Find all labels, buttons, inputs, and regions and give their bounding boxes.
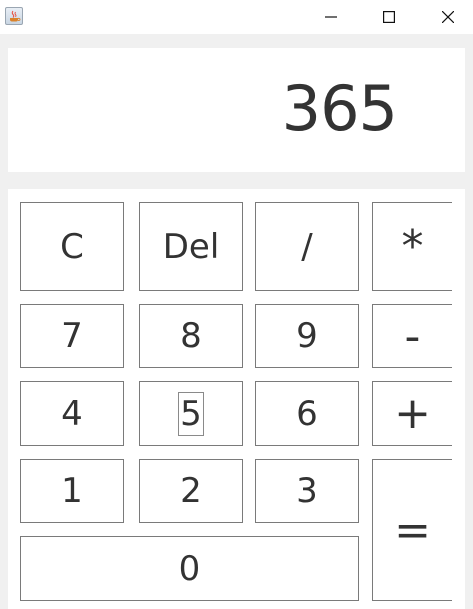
maximize-button[interactable]	[366, 0, 412, 34]
clear-button[interactable]: C	[20, 202, 124, 291]
digit-5-label: 5	[178, 391, 204, 436]
digit-7-button[interactable]: 7	[20, 304, 124, 368]
title-bar	[0, 0, 473, 34]
digit-8-button[interactable]: 8	[139, 304, 243, 368]
calculator-display: 365	[8, 48, 465, 172]
minimize-icon	[325, 16, 337, 18]
digit-5-button[interactable]: 5	[139, 381, 243, 446]
delete-button[interactable]: Del	[139, 202, 243, 291]
equals-button[interactable]: =	[372, 459, 452, 601]
digit-2-button[interactable]: 2	[139, 459, 243, 523]
keypad: C Del / * 7 8 9 - 4 5 6 + 1 2 3 = 0	[8, 189, 465, 609]
digit-9-button[interactable]: 9	[255, 304, 359, 368]
divide-button[interactable]: /	[255, 202, 359, 291]
plus-button[interactable]: +	[372, 381, 452, 446]
close-icon	[442, 11, 454, 23]
close-button[interactable]	[425, 0, 471, 34]
minimize-button[interactable]	[308, 0, 354, 34]
display-value: 365	[281, 72, 398, 145]
digit-3-button[interactable]: 3	[255, 459, 359, 523]
digit-4-button[interactable]: 4	[20, 381, 124, 446]
digit-6-button[interactable]: 6	[255, 381, 359, 446]
digit-0-button[interactable]: 0	[20, 536, 359, 601]
minus-button[interactable]: -	[372, 304, 452, 368]
multiply-button[interactable]: *	[372, 202, 452, 291]
java-app-icon[interactable]	[5, 7, 23, 25]
maximize-icon	[383, 11, 395, 23]
digit-1-button[interactable]: 1	[20, 459, 124, 523]
